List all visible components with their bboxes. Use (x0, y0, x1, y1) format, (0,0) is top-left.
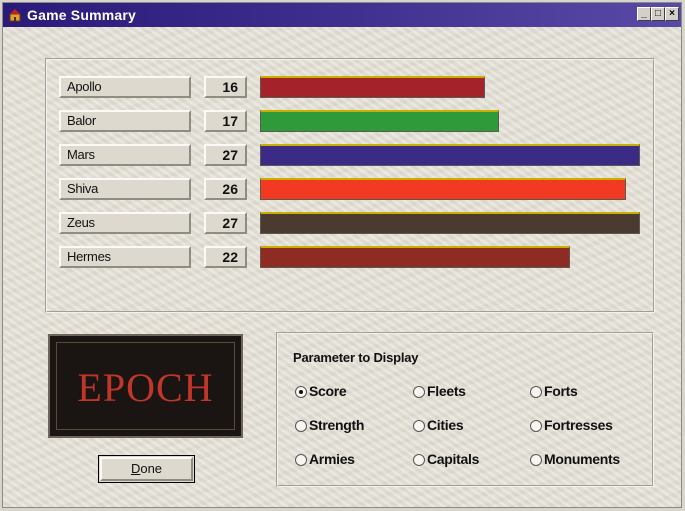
radio-dot (530, 386, 542, 398)
radio-dot (413, 386, 425, 398)
player-name: Mars (59, 144, 191, 166)
radio-dot (295, 420, 307, 432)
parameter-group-title: Parameter to Display (293, 350, 419, 365)
player-score: 16 (204, 76, 247, 98)
app-icon (9, 9, 21, 22)
logo-text: EPOCH (77, 365, 214, 410)
player-score: 17 (204, 110, 247, 132)
radio-dot (295, 454, 307, 466)
player-name: Zeus (59, 212, 191, 234)
player-score: 27 (204, 212, 247, 234)
player-name: Apollo (59, 76, 191, 98)
player-name: Shiva (59, 178, 191, 200)
title-bar[interactable]: Game Summary _ □ × (3, 3, 681, 27)
close-icon[interactable]: × (665, 7, 679, 21)
player-score-bar (260, 144, 640, 166)
player-score-bar (260, 178, 626, 200)
window-title: Game Summary (27, 7, 137, 23)
radio-dot (295, 386, 307, 398)
player-score-bar (260, 110, 499, 132)
player-name: Hermes (59, 246, 191, 268)
game-summary-window: Game Summary _ □ × Apollo 16 Balor 17 Ma… (2, 2, 682, 508)
player-score-bar (260, 246, 570, 268)
epoch-logo: EPOCH (48, 334, 243, 438)
maximize-icon[interactable]: □ (651, 7, 665, 21)
player-score: 26 (204, 178, 247, 200)
done-button[interactable]: Done (98, 455, 195, 483)
radio-dot (530, 420, 542, 432)
player-score: 27 (204, 144, 247, 166)
player-score-bar (260, 212, 640, 234)
radio-dot (530, 454, 542, 466)
radio-dot (413, 420, 425, 432)
minimize-icon[interactable]: _ (637, 7, 651, 21)
radio-dot (413, 454, 425, 466)
player-score: 22 (204, 246, 247, 268)
done-button-label: Done (100, 457, 193, 481)
player-score-bar (260, 76, 485, 98)
player-name: Balor (59, 110, 191, 132)
